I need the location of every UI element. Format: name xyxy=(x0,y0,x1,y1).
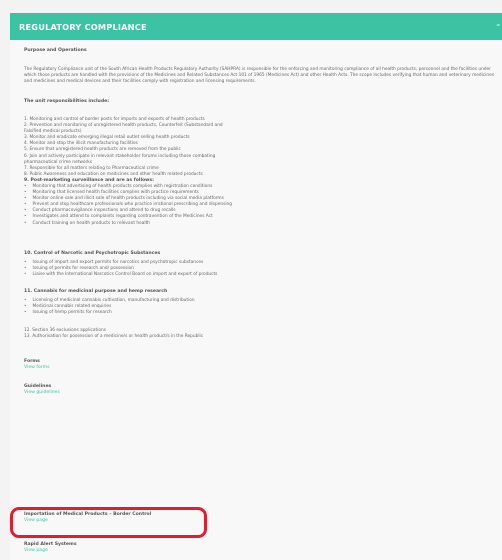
list-item: Liaise with the International Narcotics … xyxy=(24,272,502,278)
collapse-icon[interactable]: – xyxy=(497,21,501,29)
page: REGULATORY COMPLIANCE – Purpose and Oper… xyxy=(0,0,502,560)
cannabis-list: Licensing of medicinal cannabis cultivat… xyxy=(24,298,502,316)
responsibilities-list: 1. Monitoring and control of border post… xyxy=(24,117,502,184)
view-forms-link[interactable]: View forms xyxy=(24,365,502,371)
list-item: 13. Authorisation for possession of a me… xyxy=(24,334,204,340)
post-marketing-list: Monitoring that advertising of health pr… xyxy=(24,184,502,227)
narcotic-list: Issuing of import and export permits for… xyxy=(24,260,502,278)
cannabis-heading: 11. Cannabis for medicinal purpose and h… xyxy=(24,289,168,294)
purpose-heading: Purpose and Operations xyxy=(24,48,87,53)
guidelines-section: Guidelines View guidelines xyxy=(24,384,502,396)
purpose-text: The Regulatory Compliance unit of the So… xyxy=(24,67,494,85)
section-title: REGULATORY COMPLIANCE xyxy=(19,21,147,32)
highlight-box xyxy=(10,507,207,538)
forms-section: Forms View forms xyxy=(24,359,502,371)
responsibilities-heading: The unit responsibilities include: xyxy=(24,99,110,104)
rapid-alert-section: Rapid Alert Systems View page xyxy=(24,542,502,554)
list-item: Issuing of hemp permits for research xyxy=(24,310,502,316)
rapid-alert-view-page-link[interactable]: View page xyxy=(24,548,502,554)
extra-list: 12. Section 36 exclusions applications 1… xyxy=(24,328,502,340)
narcotic-heading: 10. Control of Narcotic and Psychotropic… xyxy=(24,251,161,256)
list-item: Conduct training on health products to r… xyxy=(24,221,502,227)
view-guidelines-link[interactable]: View guidelines xyxy=(24,390,502,396)
section-header[interactable]: REGULATORY COMPLIANCE – xyxy=(10,13,502,40)
